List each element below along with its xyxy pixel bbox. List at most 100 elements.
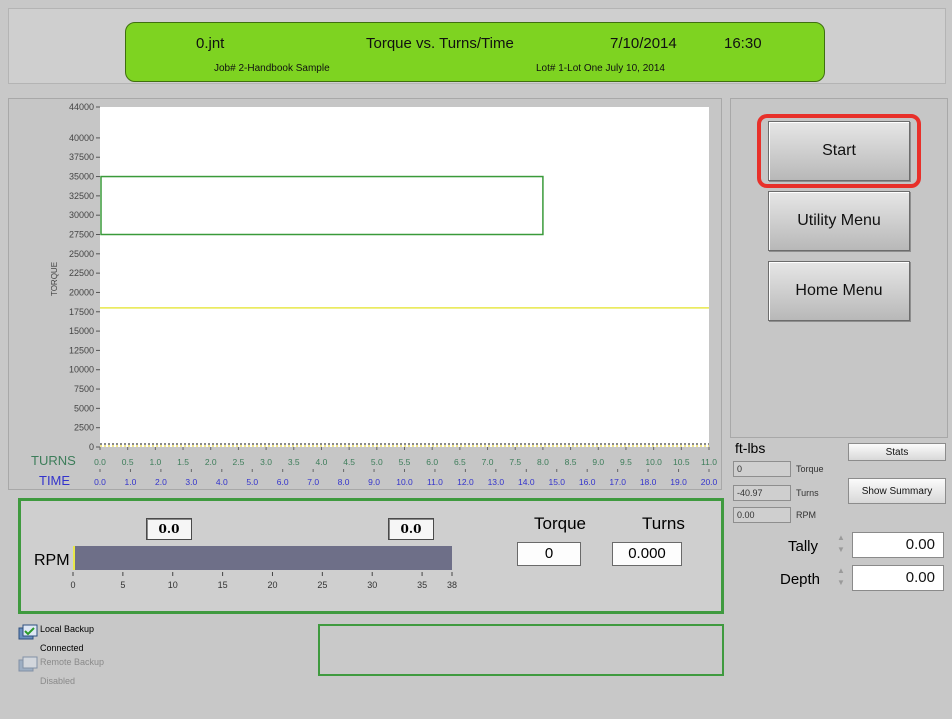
turns-tick-label: 5.0 [371, 457, 383, 467]
y-tick-label: 30000 [69, 210, 94, 220]
torque-stat-value: 0 [733, 461, 791, 477]
turns-tick-label: 7.5 [509, 457, 521, 467]
time-tick-label: 7.0 [307, 477, 319, 487]
turns-stat-value: -40.97 [733, 485, 791, 501]
stats-button[interactable]: Stats [848, 443, 946, 461]
y-tick-label: 17500 [69, 307, 94, 317]
remote-backup-label: Remote Backup [40, 657, 105, 667]
turns-tick-label: 6.5 [454, 457, 466, 467]
y-tick-label: 25000 [69, 249, 94, 259]
y-tick-label: 5000 [74, 403, 94, 413]
turns-tick-label: 6.0 [426, 457, 438, 467]
file-name: 0.jnt [196, 35, 225, 52]
time-tick-label: 19.0 [670, 477, 687, 487]
y-tick-label: 10000 [69, 365, 94, 375]
turns-tick-label: 10.5 [673, 457, 690, 467]
depth-label: Depth [780, 571, 821, 588]
date: 7/10/2014 [610, 35, 677, 52]
torque-chart: 0 2500 5000 7500 10000 12500 15000 17500 20000 22… [31, 102, 718, 488]
time-tick-label: 16.0 [579, 477, 596, 487]
rpm-stat-value: 0.00 [733, 507, 791, 523]
depth-field[interactable]: 0.00 [852, 565, 944, 591]
show-summary-button[interactable]: Show Summary [848, 478, 946, 504]
turns-tick-label: 10.0 [645, 457, 662, 467]
turns-tick-label: 3.5 [288, 457, 300, 467]
time-tick-label: 11.0 [427, 477, 443, 487]
y-tick-label: 27500 [69, 230, 94, 240]
y-tick-label: 12500 [69, 345, 94, 355]
lot-info: Lot# 1-Lot One July 10, 2014 [536, 63, 665, 74]
local-backup-label: Local Backup [40, 624, 95, 634]
rpm-tick-label: 10 [168, 580, 178, 590]
time-tick-label: 9.0 [368, 477, 380, 487]
rpm-tick-label: 30 [367, 580, 377, 590]
units-label: ft-lbs [735, 440, 766, 456]
tally-field[interactable]: 0.00 [852, 532, 944, 558]
turns-tick-label: 4.0 [316, 457, 328, 467]
turns-readout-value: 0.000 [612, 542, 682, 566]
utility-menu-button[interactable]: Utility Menu [768, 191, 910, 251]
turns-tick-label: 8.0 [537, 457, 549, 467]
turns-tick-label: 3.0 [260, 457, 272, 467]
y-tick-label: 15000 [69, 326, 94, 336]
y-tick-label: 40000 [69, 133, 94, 143]
chart-title: Torque vs. Turns/Time [366, 35, 514, 52]
time-tick-label: 4.0 [216, 477, 228, 487]
turns-tick-label: 2.5 [232, 457, 244, 467]
y-tick-label: 37500 [69, 152, 94, 162]
rpm-tick-label: 0 [70, 580, 75, 590]
time-tick-label: 0.0 [94, 477, 106, 487]
y-tick-label: 32500 [69, 191, 94, 201]
title-banner: 0.jnt Torque vs. Turns/Time 7/10/2014 16… [125, 22, 825, 82]
rpm-label: RPM [34, 552, 70, 569]
time-tick-label: 1.0 [125, 477, 137, 487]
plot-area [100, 107, 709, 447]
rpm-bar-track [73, 546, 452, 570]
turns-tick-label: 11.0 [701, 457, 717, 467]
rpm-tick-label: 25 [317, 580, 327, 590]
y-tick-label: 22500 [69, 268, 94, 278]
y-tick-label: 35000 [69, 172, 94, 182]
time-axis-label: TIME [39, 473, 70, 488]
y-tick-label: 7500 [74, 384, 94, 394]
start-button[interactable]: Start [768, 121, 910, 181]
y-tick-label: 44000 [69, 102, 94, 112]
rpm-tick-label: 5 [120, 580, 125, 590]
time-tick-label: 13.0 [488, 477, 505, 487]
turns-tick-label: 0.0 [94, 457, 106, 467]
depth-spinner-icon[interactable]: ▲ ▼ [835, 565, 847, 591]
home-menu-button[interactable]: Home Menu [768, 261, 910, 321]
torque-readout-value: 0 [517, 542, 581, 566]
tally-spinner-icon[interactable]: ▲ ▼ [835, 532, 847, 558]
rpm-tick-label: 38 [447, 580, 457, 590]
time-tick-label: 6.0 [277, 477, 289, 487]
time-tick-label: 12.0 [457, 477, 474, 487]
y-tick-label: 20000 [69, 287, 94, 297]
rpm-right-value: 0.0 [388, 518, 434, 540]
time-tick-label: 10.0 [396, 477, 413, 487]
time-tick-label: 3.0 [185, 477, 197, 487]
local-backup-status: Connected [40, 643, 84, 653]
job-info: Job# 2-Handbook Sample [214, 63, 330, 74]
time-tick-label: 15.0 [548, 477, 565, 487]
turns-tick-label: 9.0 [592, 457, 604, 467]
turns-stat-label: Turns [796, 488, 819, 498]
remote-backup-icon [18, 656, 38, 672]
turns-readout-label: Turns [642, 514, 685, 533]
turns-tick-label: 1.0 [149, 457, 161, 467]
time: 16:30 [724, 35, 762, 52]
time-tick-label: 2.0 [155, 477, 167, 487]
torque-readout-label: Torque [534, 514, 586, 533]
turns-tick-label: 8.5 [565, 457, 577, 467]
rpm-gauge: 0 5 10 15 20 25 30 35 38 [70, 546, 457, 590]
time-tick-label: 18.0 [640, 477, 657, 487]
remote-backup-status: Disabled [40, 676, 76, 686]
torque-stat-label: Torque [796, 464, 824, 474]
rpm-stat-label: RPM [796, 510, 816, 520]
turns-tick-label: 9.5 [620, 457, 632, 467]
time-tick-label: 14.0 [518, 477, 535, 487]
rpm-tick-label: 20 [267, 580, 277, 590]
time-tick-label: 5.0 [246, 477, 258, 487]
time-tick-label: 17.0 [609, 477, 626, 487]
time-tick-label: 20.0 [701, 477, 718, 487]
